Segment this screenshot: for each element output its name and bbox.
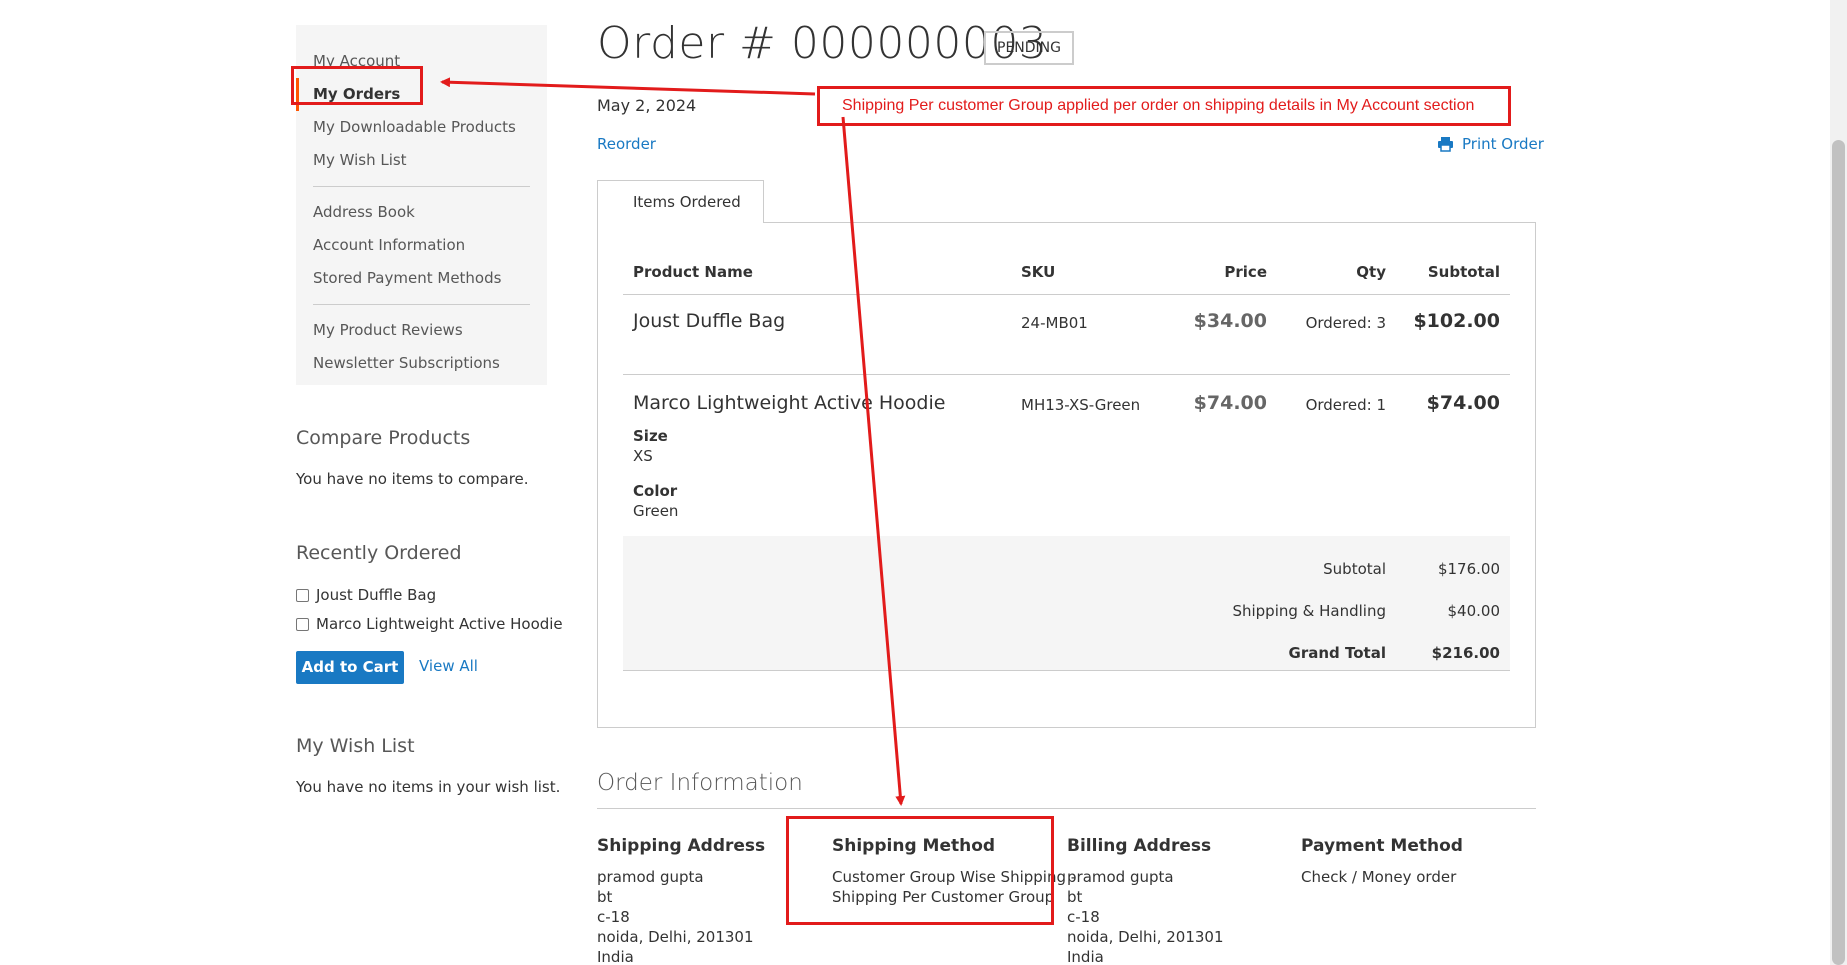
nav-stored-payment-methods[interactable]: Stored Payment Methods xyxy=(296,262,547,295)
add-to-cart-button[interactable]: Add to Cart xyxy=(296,651,404,684)
billing-address: pramod gupta bt c-18 noida, Delhi, 20130… xyxy=(1067,867,1224,965)
order-information-title: Order Information xyxy=(597,770,803,796)
product-price: $74.00 xyxy=(1193,392,1267,414)
nav-my-wish-list[interactable]: My Wish List xyxy=(296,144,547,177)
recently-ordered-title: Recently Ordered xyxy=(296,542,462,564)
product-price: $34.00 xyxy=(1193,310,1267,332)
totals-value: $216.00 xyxy=(1431,644,1500,662)
payment-method-title: Payment Method xyxy=(1301,836,1463,856)
scrollbar-track[interactable] xyxy=(1830,0,1847,965)
product-qty: Ordered: 3 xyxy=(1305,314,1386,332)
totals-value: $40.00 xyxy=(1447,602,1501,620)
order-date: May 2, 2024 xyxy=(597,96,697,115)
column-header: Price xyxy=(1224,263,1267,281)
annotation-highlight-shipping-method xyxy=(786,816,1054,925)
items-table-header: Product Name SKU Price Qty Subtotal xyxy=(623,263,1510,295)
option-label: Size xyxy=(633,427,668,445)
option-value: XS xyxy=(633,447,653,465)
annotation-callout: Shipping Per customer Group applied per … xyxy=(817,86,1511,126)
totals-label: Shipping & Handling xyxy=(1232,602,1386,620)
address-line: c-18 xyxy=(597,908,630,926)
nav-divider xyxy=(313,186,530,187)
column-header: Qty xyxy=(1356,263,1386,281)
wish-list-title: My Wish List xyxy=(296,735,415,757)
billing-address-title: Billing Address xyxy=(1067,836,1212,856)
payment-method: Check / Money order xyxy=(1301,867,1456,887)
grand-total-row: Grand Total $216.00 xyxy=(623,644,1510,664)
annotation-highlight-my-orders xyxy=(291,66,423,105)
totals-value: $176.00 xyxy=(1437,560,1500,578)
scrollbar-thumb[interactable] xyxy=(1832,140,1845,965)
recent-item-checkbox[interactable] xyxy=(296,617,309,631)
order-totals: Subtotal $176.00 Shipping & Handling $40… xyxy=(623,536,1510,671)
column-header: Subtotal xyxy=(1427,263,1500,281)
totals-row: Subtotal $176.00 xyxy=(623,560,1510,580)
table-row: Marco Lightweight Active Hoodie MH13-XS-… xyxy=(623,392,1510,432)
print-order-link[interactable]: Print Order xyxy=(1437,135,1544,153)
product-subtotal: $102.00 xyxy=(1413,310,1500,332)
address-line: c-18 xyxy=(1067,908,1100,926)
section-divider xyxy=(597,808,1536,809)
recent-item: Marco Lightweight Active Hoodie xyxy=(296,615,563,633)
nav-address-book[interactable]: Address Book xyxy=(296,196,547,229)
recent-item-checkbox[interactable] xyxy=(296,588,309,602)
product-name: Joust Duffle Bag xyxy=(633,310,786,332)
address-line: India xyxy=(1067,948,1104,965)
totals-label: Grand Total xyxy=(1288,644,1386,662)
page-title: Order # 000000003 xyxy=(597,18,1048,69)
option-value: Green xyxy=(633,502,679,520)
product-sku: MH13-XS-Green xyxy=(1021,396,1141,414)
product-qty: Ordered: 1 xyxy=(1305,396,1386,414)
table-row: Joust Duffle Bag 24-MB01 $34.00 Ordered:… xyxy=(623,310,1510,350)
address-line: noida, Delhi, 201301 xyxy=(1067,928,1224,946)
print-order-label: Print Order xyxy=(1462,135,1544,153)
nav-divider xyxy=(313,304,530,305)
compare-products-title: Compare Products xyxy=(296,427,471,449)
shipping-address-title: Shipping Address xyxy=(597,836,766,856)
totals-label: Subtotal xyxy=(1323,560,1386,578)
address-line: pramod gupta xyxy=(597,868,704,886)
address-line: India xyxy=(597,948,634,965)
recent-item-label: Joust Duffle Bag xyxy=(316,586,437,604)
nav-my-downloadable-products[interactable]: My Downloadable Products xyxy=(296,111,547,144)
column-header: SKU xyxy=(1021,263,1056,281)
row-divider xyxy=(623,374,1510,375)
nav-my-product-reviews[interactable]: My Product Reviews xyxy=(296,314,547,347)
address-line: bt xyxy=(597,888,613,906)
recent-item-label: Marco Lightweight Active Hoodie xyxy=(316,615,563,633)
view-all-link[interactable]: View All xyxy=(419,657,478,675)
wish-list-empty-text: You have no items in your wish list. xyxy=(296,778,561,796)
payment-method-line: Check / Money order xyxy=(1301,868,1457,886)
status-badge: PENDING xyxy=(984,31,1074,65)
nav-account-information[interactable]: Account Information xyxy=(296,229,547,262)
shipping-address: pramod gupta bt c-18 noida, Delhi, 20130… xyxy=(597,867,754,965)
reorder-link[interactable]: Reorder xyxy=(597,135,656,153)
compare-empty-text: You have no items to compare. xyxy=(296,470,529,488)
address-line: pramod gupta xyxy=(1067,868,1174,886)
address-line: bt xyxy=(1067,888,1083,906)
tab-items-ordered[interactable]: Items Ordered xyxy=(597,180,764,223)
totals-row: Shipping & Handling $40.00 xyxy=(623,602,1510,622)
column-header: Product Name xyxy=(633,263,753,281)
option-label: Color xyxy=(633,482,678,500)
printer-icon xyxy=(1438,137,1453,152)
recent-item: Joust Duffle Bag xyxy=(296,586,436,604)
product-sku: 24-MB01 xyxy=(1021,314,1088,332)
address-line: noida, Delhi, 201301 xyxy=(597,928,754,946)
product-subtotal: $74.00 xyxy=(1426,392,1500,414)
product-name: Marco Lightweight Active Hoodie xyxy=(633,392,946,414)
nav-newsletter-subscriptions[interactable]: Newsletter Subscriptions xyxy=(296,347,547,380)
